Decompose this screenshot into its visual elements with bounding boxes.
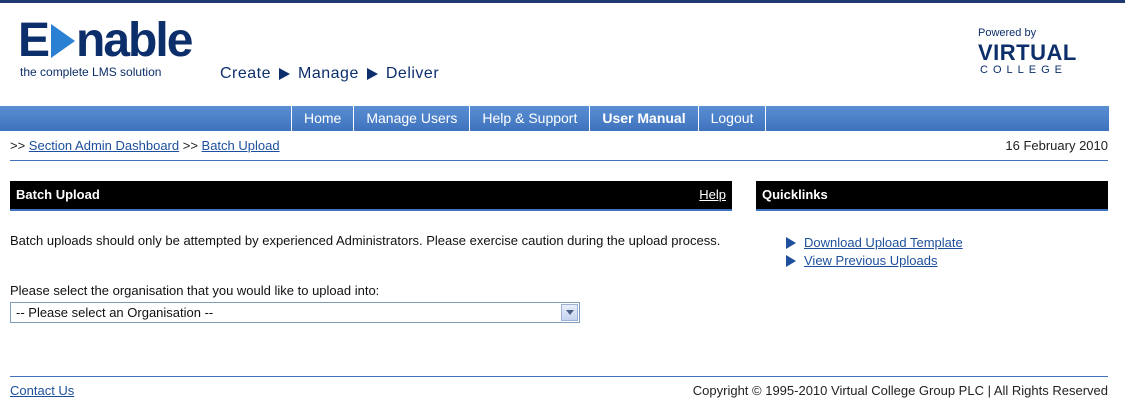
logo-letter-e: E: [18, 14, 50, 67]
footer-divider: [10, 376, 1108, 377]
breadcrumb-separator: >>: [179, 138, 202, 153]
quicklinks-header: Quicklinks: [756, 181, 1108, 209]
college-wordmark: COLLEGE: [980, 64, 1067, 76]
nav-home[interactable]: Home: [292, 106, 355, 131]
logo-tagline: the complete LMS solution: [20, 65, 162, 79]
view-previous-uploads-link[interactable]: View Previous Uploads: [804, 252, 937, 270]
nav-help-support[interactable]: Help & Support: [470, 106, 591, 131]
organisation-select-value: -- Please select an Organisation --: [16, 305, 214, 320]
slogan-deliver: Deliver: [385, 65, 440, 82]
slogan: Create Manage Deliver: [220, 65, 439, 83]
enable-logo[interactable]: E nable the complete LMS solution: [18, 14, 193, 80]
breadcrumb-batch-upload[interactable]: Batch Upload: [202, 138, 280, 153]
arrow-right-icon: [786, 255, 796, 267]
current-date: 16 February 2010: [1005, 138, 1108, 153]
panel-title: Batch Upload: [16, 187, 100, 202]
breadcrumb-separator: >>: [10, 138, 29, 153]
quicklink-item[interactable]: View Previous Uploads: [786, 252, 963, 270]
contact-us-link[interactable]: Contact Us: [10, 383, 74, 398]
play-arrow-icon: [279, 68, 291, 80]
quicklinks-title: Quicklinks: [762, 187, 828, 202]
virtual-wordmark: VIRTUAL: [978, 40, 1077, 65]
quicklink-item[interactable]: Download Upload Template: [786, 234, 963, 252]
organisation-select-label: Please select the organisation that you …: [10, 283, 380, 298]
nav-logout[interactable]: Logout: [699, 106, 767, 131]
logo-arrow-icon: [51, 24, 76, 58]
play-arrow-icon: [366, 68, 378, 80]
batch-upload-warning: Batch uploads should only be attempted b…: [10, 233, 721, 248]
main-nav: Home Manage Users Help & Support User Ma…: [0, 106, 1109, 131]
divider: [756, 209, 1108, 211]
breadcrumb: >> Section Admin Dashboard >> Batch Uplo…: [10, 138, 280, 153]
divider: [10, 160, 1108, 161]
batch-upload-header: Batch Upload Help: [10, 181, 732, 209]
nav-manage-users[interactable]: Manage Users: [354, 106, 471, 131]
help-link[interactable]: Help: [699, 181, 726, 209]
powered-by-label: Powered by: [978, 27, 1037, 39]
header: E nable the complete LMS solution Create…: [0, 3, 1125, 103]
virtual-college-logo: Powered by VIRTUAL COLLEGE: [978, 23, 1088, 83]
chevron-down-icon[interactable]: [561, 304, 578, 321]
arrow-right-icon: [786, 237, 796, 249]
nav-spacer: [0, 106, 292, 131]
logo-letters: nable: [76, 14, 193, 67]
slogan-create: Create: [220, 65, 272, 82]
breadcrumb-section-admin-dashboard[interactable]: Section Admin Dashboard: [29, 138, 179, 153]
divider: [10, 209, 732, 211]
nav-user-manual[interactable]: User Manual: [590, 106, 699, 131]
download-upload-template-link[interactable]: Download Upload Template: [804, 234, 963, 252]
copyright-text: Copyright © 1995-2010 Virtual College Gr…: [692, 383, 1108, 398]
slogan-manage: Manage: [298, 65, 359, 82]
logo-wordmark: E nable: [18, 14, 193, 67]
organisation-select[interactable]: -- Please select an Organisation --: [10, 302, 580, 323]
quicklinks-list: Download Upload Template View Previous U…: [786, 234, 963, 270]
